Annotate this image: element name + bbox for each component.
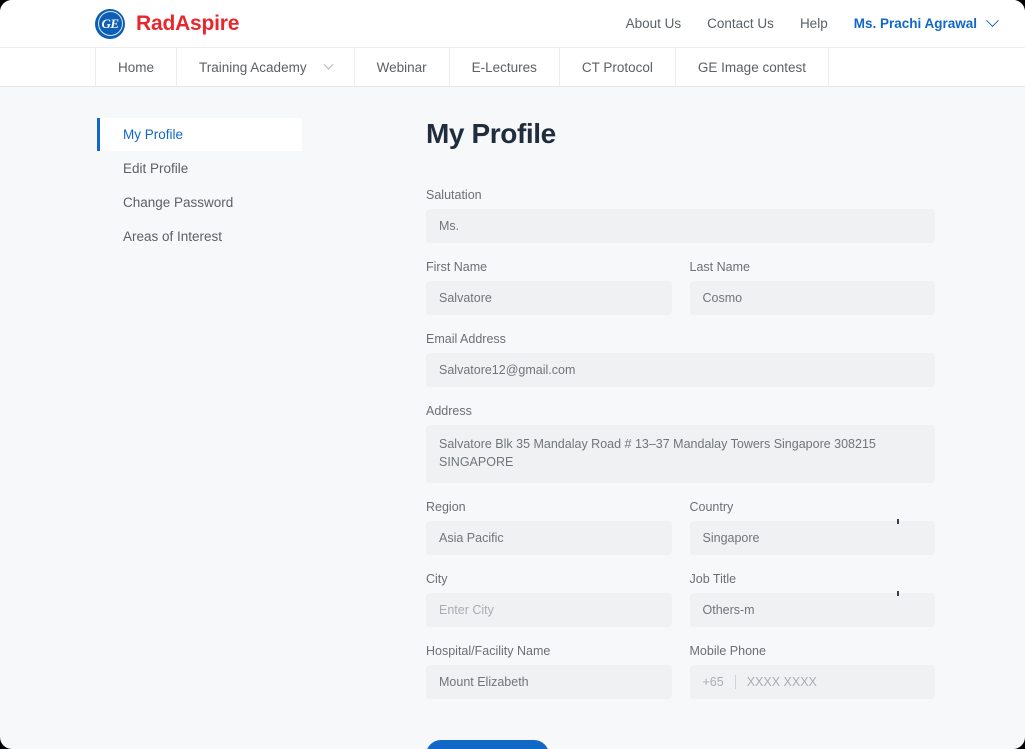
- input-address[interactable]: Salvatore Blk 35 Mandalay Road # 13–37 M…: [426, 425, 935, 483]
- page-body: My Profile Edit Profile Change Password …: [0, 87, 1025, 749]
- nav-item-home[interactable]: Home: [95, 48, 178, 86]
- row-hospital-mobile: Hospital/Facility Name Mount Elizabeth M…: [426, 644, 935, 716]
- field-address: Address Salvatore Blk 35 Mandalay Road #…: [426, 404, 935, 483]
- user-menu[interactable]: Ms. Prachi Agrawal: [853, 14, 999, 31]
- top-right-nav: About Us Contact Us Help Ms. Prachi Agra…: [626, 14, 999, 31]
- input-email[interactable]: Salvatore12@gmail.com: [426, 353, 935, 387]
- nav-item-label: Webinar: [376, 59, 427, 75]
- chevron-down-icon: [323, 59, 334, 70]
- label-region: Region: [426, 500, 466, 514]
- input-country[interactable]: Singapore: [689, 521, 935, 555]
- page-title: My Profile: [426, 118, 556, 149]
- input-last-name[interactable]: Cosmo: [689, 281, 935, 315]
- brand-logo[interactable]: GE RadAspire: [95, 8, 240, 39]
- row-name: First Name Salvatore Last Name Cosmo: [426, 260, 935, 332]
- field-city: City Enter City: [426, 572, 672, 627]
- label-mobile-phone: Mobile Phone: [689, 644, 766, 658]
- field-last-name: Last Name Cosmo: [689, 260, 935, 315]
- sidebar-item-change-password[interactable]: Change Password: [97, 186, 302, 219]
- sidebar-item-label: My Profile: [123, 127, 184, 142]
- field-email: Email Address Salvatore12@gmail.com: [426, 332, 935, 387]
- phone-separator: [734, 675, 736, 689]
- label-city: City: [426, 572, 448, 586]
- row-region-country: Region Asia Pacific Country Singapore: [426, 500, 935, 572]
- field-mobile-phone: Mobile Phone +65 XXXX XXXX: [689, 644, 935, 699]
- input-first-name[interactable]: Salvatore: [426, 281, 672, 315]
- user-name-label: Ms. Prachi Agrawal: [853, 16, 977, 31]
- label-hospital: Hospital/Facility Name: [426, 644, 551, 658]
- row-city-job: City Enter City Job Title Others-m: [426, 572, 935, 644]
- sidebar-item-edit-profile[interactable]: Edit Profile: [97, 152, 302, 185]
- sidebar-item-label: Areas of Interest: [123, 229, 223, 244]
- label-salutation: Salutation: [426, 188, 482, 202]
- field-hospital: Hospital/Facility Name Mount Elizabeth: [426, 644, 672, 699]
- top-header: GE RadAspire About Us Contact Us Help Ms…: [0, 0, 1025, 48]
- nav-item-label: CT Protocol: [581, 59, 653, 75]
- main-nav: Home Training Academy Webinar E-Lectures…: [0, 48, 1025, 87]
- nav-item-label: Training Academy: [199, 59, 307, 75]
- input-job-title[interactable]: Others-m: [689, 593, 935, 627]
- input-city[interactable]: Enter City: [426, 593, 672, 627]
- nav-item-label: E-Lectures: [471, 59, 537, 75]
- input-hospital[interactable]: Mount Elizabeth: [426, 665, 672, 699]
- field-region: Region Asia Pacific: [426, 500, 672, 555]
- edit-profile-button[interactable]: EDIT PROFILE: [426, 740, 549, 749]
- top-link-help[interactable]: Help: [800, 16, 828, 31]
- nav-item-e-lectures[interactable]: E-Lectures: [450, 48, 560, 86]
- brand-name: RadAspire: [136, 11, 240, 35]
- field-first-name: First Name Salvatore: [426, 260, 672, 315]
- label-job-title: Job Title: [689, 572, 737, 586]
- input-salutation[interactable]: Ms.: [426, 209, 935, 243]
- label-address: Address: [426, 404, 472, 418]
- sidebar-item-label: Edit Profile: [123, 161, 189, 176]
- nav-item-label: Home: [118, 59, 155, 75]
- sidebar-item-label: Change Password: [123, 195, 234, 210]
- top-link-contact-us[interactable]: Contact Us: [707, 16, 774, 31]
- chevron-down-icon: [986, 14, 999, 28]
- nav-item-webinar[interactable]: Webinar: [355, 48, 450, 86]
- profile-form: My Profile Salutation Ms. First Name Sal…: [302, 118, 1025, 749]
- phone-placeholder: XXXX XXXX: [746, 675, 817, 689]
- field-salutation: Salutation Ms.: [426, 188, 935, 243]
- input-mobile-phone[interactable]: +65 XXXX XXXX: [689, 665, 935, 699]
- sidebar-item-areas-of-interest[interactable]: Areas of Interest: [97, 220, 302, 253]
- sidebar: My Profile Edit Profile Change Password …: [0, 118, 302, 749]
- field-country: Country Singapore: [689, 500, 935, 555]
- ge-logo-text: GE: [101, 16, 119, 31]
- sidebar-item-my-profile[interactable]: My Profile: [97, 118, 302, 151]
- dropdown-marker-icon: [897, 591, 899, 596]
- ge-monogram-icon: GE: [95, 8, 125, 39]
- dropdown-marker-icon: [897, 519, 899, 524]
- label-country: Country: [689, 500, 734, 514]
- input-region[interactable]: Asia Pacific: [426, 521, 672, 555]
- nav-item-label: GE Image contest: [697, 59, 806, 75]
- phone-country-code: +65: [702, 675, 724, 689]
- label-first-name: First Name: [426, 260, 488, 274]
- app-window: GE RadAspire About Us Contact Us Help Ms…: [0, 0, 1025, 749]
- nav-item-ge-image-contest[interactable]: GE Image contest: [676, 48, 829, 86]
- label-last-name: Last Name: [689, 260, 750, 274]
- nav-item-ct-protocol[interactable]: CT Protocol: [560, 48, 676, 86]
- top-link-about-us[interactable]: About Us: [626, 16, 682, 31]
- field-job-title: Job Title Others-m: [689, 572, 935, 627]
- label-email: Email Address: [426, 332, 506, 346]
- nav-item-training-academy[interactable]: Training Academy: [177, 48, 355, 86]
